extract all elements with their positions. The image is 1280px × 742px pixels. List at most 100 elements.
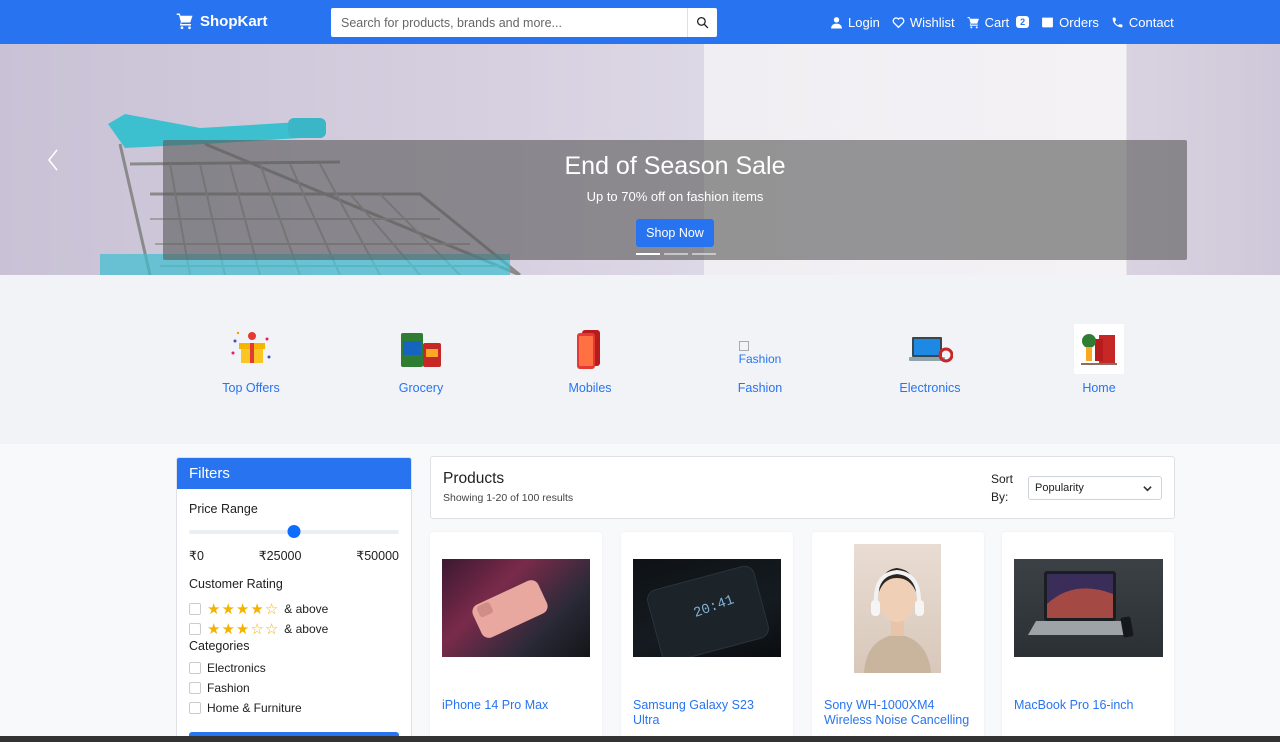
rating-checkbox[interactable] — [189, 623, 201, 635]
product-name[interactable]: iPhone 14 Pro Max — [442, 698, 592, 713]
results-count: Showing 1-20 of 100 results — [443, 492, 574, 504]
price-slider-thumb[interactable] — [287, 525, 301, 538]
orders-label: Orders — [1059, 14, 1099, 30]
category-label: Electronics — [899, 381, 961, 395]
product-card[interactable]: Sony WH-1000XM4 Wireless Noise Cancellin… — [812, 532, 984, 742]
main-content: Filters Price Range ₹0 ₹25000 ₹50000 Cus… — [0, 444, 1280, 742]
category-filter-electronics[interactable]: Electronics — [189, 661, 266, 675]
category-filter-fashion[interactable]: Fashion — [189, 681, 250, 695]
chevron-down-icon — [1143, 486, 1152, 492]
product-name[interactable]: Sony WH-1000XM4 Wireless Noise Cancellin… — [824, 698, 974, 728]
iphone-photo — [472, 580, 548, 638]
box-icon — [1042, 17, 1054, 27]
cart-count-badge: 2 — [1016, 16, 1030, 28]
star-filled-icon: ★ — [250, 601, 264, 618]
brand-logo[interactable]: ShopKart — [176, 12, 268, 30]
wishlist-link[interactable]: Wishlist — [892, 15, 955, 30]
star-empty-icon: ☆ — [250, 621, 264, 638]
rating-option-4-stars[interactable]: ★ ★ ★ ★ ☆ & above — [189, 600, 328, 618]
samsung-photo: 20:41 — [647, 565, 769, 657]
category-electronics[interactable]: Electronics — [870, 324, 990, 395]
sort-label: Sort By: — [991, 472, 1014, 504]
phone-icon — [1112, 17, 1123, 27]
product-image — [442, 559, 590, 657]
shop-now-button[interactable]: Shop Now — [636, 219, 714, 247]
broken-image-icon: Fashion — [738, 333, 781, 365]
price-mid-label: ₹25000 — [258, 549, 302, 563]
search-input[interactable] — [331, 8, 687, 37]
star-empty-icon: ☆ — [264, 601, 279, 618]
product-card[interactable]: iPhone 14 Pro Max — [430, 532, 602, 742]
category-checkbox[interactable] — [189, 702, 201, 714]
star-rating-icon: ★ ★ ★ ★ ☆ — [207, 600, 278, 618]
hero-caption: End of Season Sale Up to 70% off on fash… — [163, 140, 1187, 260]
category-strip: Top Offers Grocery Mobiles Fashion Fashi… — [0, 275, 1280, 444]
category-fashion[interactable]: Fashion Fashion — [700, 324, 820, 395]
product-image: 20:41 — [633, 559, 781, 657]
login-label: Login — [848, 14, 880, 30]
carousel-indicator-2[interactable] — [664, 253, 688, 255]
category-mobiles[interactable]: Mobiles — [530, 324, 650, 395]
hero-title: End of Season Sale — [564, 152, 786, 180]
window-bottom-edge — [0, 736, 1280, 742]
category-checkbox[interactable] — [189, 662, 201, 674]
product-card[interactable]: MacBook Pro 16-inch — [1002, 532, 1174, 742]
sort-select[interactable]: Popularity — [1028, 476, 1162, 500]
heart-icon — [892, 16, 905, 28]
cart-link[interactable]: Cart 2 — [967, 15, 1030, 30]
user-icon — [831, 16, 842, 28]
gift-icon — [231, 331, 271, 363]
category-filter-home-furniture[interactable]: Home & Furniture — [189, 701, 302, 715]
category-label: Home — [1082, 381, 1116, 395]
mobile-icon — [577, 330, 600, 369]
star-rating-icon: ★ ★ ★ ☆ ☆ — [207, 620, 278, 638]
cart-logo-icon — [176, 13, 193, 30]
carousel-prev-button[interactable] — [44, 148, 64, 172]
login-link[interactable]: Login — [830, 15, 880, 30]
top-navbar: ShopKart Login Wishlist Cart 2 Orders Co… — [0, 0, 1280, 44]
star-empty-icon: ☆ — [264, 621, 279, 638]
price-range-title: Price Range — [189, 502, 258, 516]
rating-checkbox[interactable] — [189, 603, 201, 615]
categories-filter-title: Categories — [189, 639, 250, 653]
category-checkbox[interactable] — [189, 682, 201, 694]
price-range-slider[interactable] — [189, 525, 399, 538]
product-card[interactable]: 20:41 Samsung Galaxy S23 Ultra — [621, 532, 793, 742]
category-label: Grocery — [398, 381, 444, 395]
sort-selected-value: Popularity — [1035, 482, 1084, 494]
category-grocery[interactable]: Grocery — [361, 324, 481, 395]
star-filled-icon: ★ — [235, 621, 250, 638]
cart-label: Cart — [984, 14, 1010, 30]
nav-links: Login Wishlist Cart 2 Orders Contact — [830, 0, 1174, 44]
category-label: Mobiles — [568, 381, 612, 395]
star-filled-icon: ★ — [221, 621, 235, 638]
search-icon — [696, 16, 709, 29]
category-top-offers[interactable]: Top Offers — [191, 324, 311, 395]
star-filled-icon: ★ — [235, 601, 250, 618]
search-button[interactable] — [687, 8, 717, 37]
rating-title: Customer Rating — [189, 577, 283, 591]
category-filter-label: Fashion — [207, 681, 250, 695]
product-name[interactable]: MacBook Pro 16-inch — [1014, 698, 1164, 713]
hero-subtitle: Up to 70% off on fashion items — [586, 189, 764, 204]
search-bar — [331, 8, 717, 37]
rating-option-label: & above — [284, 622, 329, 636]
carousel-indicator-1[interactable] — [636, 253, 660, 255]
product-name[interactable]: Samsung Galaxy S23 Ultra — [633, 698, 783, 727]
filters-panel: Filters Price Range ₹0 ₹25000 ₹50000 Cus… — [176, 457, 412, 742]
carousel-indicator-3[interactable] — [692, 253, 716, 255]
orders-link[interactable]: Orders — [1041, 15, 1099, 30]
headphones-photo — [864, 568, 931, 673]
contact-link[interactable]: Contact — [1111, 15, 1174, 30]
rating-option-3-stars[interactable]: ★ ★ ★ ☆ ☆ & above — [189, 620, 328, 638]
wishlist-label: Wishlist — [909, 14, 955, 30]
star-filled-icon: ★ — [207, 621, 221, 638]
rating-option-label: & above — [284, 602, 329, 616]
product-image — [854, 544, 941, 673]
brand-name: ShopKart — [200, 12, 268, 30]
category-home[interactable]: Home — [1039, 324, 1159, 395]
home-decor-icon — [1081, 334, 1117, 365]
grocery-icon — [401, 333, 441, 367]
hero-carousel: End of Season Sale Up to 70% off on fash… — [0, 44, 1280, 275]
product-image — [1014, 559, 1163, 657]
